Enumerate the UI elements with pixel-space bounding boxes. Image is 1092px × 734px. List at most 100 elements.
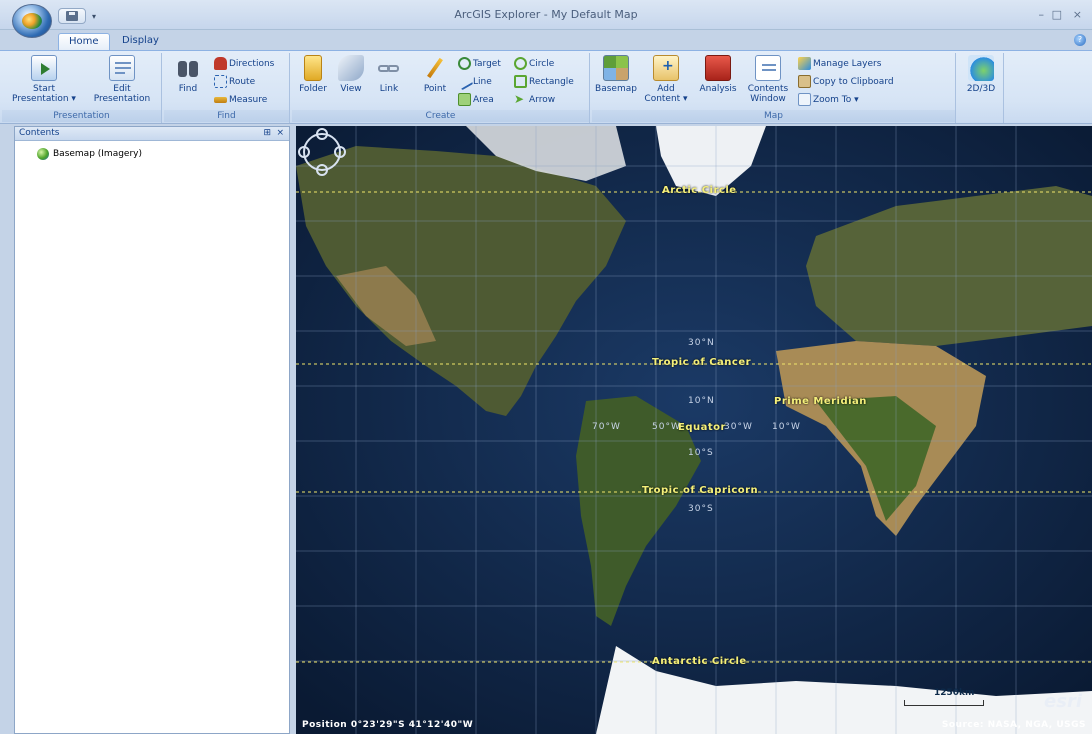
find-label: Find	[178, 84, 198, 94]
maximize-button[interactable]: □	[1052, 8, 1062, 21]
circle-button[interactable]: Circle	[514, 57, 554, 73]
edit-presentation-button[interactable]: Edit Presentation	[86, 55, 158, 104]
start-presentation-label: Start Presentation ▾	[12, 84, 76, 104]
target-label: Target	[473, 59, 501, 69]
basemap-globe-icon	[37, 147, 49, 160]
grid-label-70w: 70°W	[592, 422, 621, 432]
group-presentation-label: Presentation	[2, 110, 161, 122]
manage-layers-icon	[798, 57, 811, 70]
contents-panel-header: Contents ⊞ ×	[15, 127, 289, 141]
group-presentation: Start Presentation ▾ Edit Presentation P…	[2, 53, 162, 123]
directions-button[interactable]: Directions	[214, 57, 274, 73]
area-button[interactable]: Area	[458, 93, 494, 109]
tab-home[interactable]: Home	[58, 33, 110, 51]
basemap-icon	[603, 55, 629, 81]
folder-button[interactable]: Folder	[296, 55, 330, 94]
manage-layers-label: Manage Layers	[813, 59, 882, 69]
analysis-label: Analysis	[699, 84, 737, 94]
link-label: Link	[379, 84, 399, 94]
group-find-label: Find	[164, 110, 289, 122]
grid-label-50w: 50°W	[652, 422, 681, 432]
contents-window-icon	[755, 55, 781, 81]
car-icon	[214, 57, 227, 70]
grid-label-30w: 30°W	[724, 422, 753, 432]
add-content-button[interactable]: + Add Content ▾	[642, 55, 690, 104]
view-button[interactable]: View	[334, 55, 368, 94]
measure-button[interactable]: Measure	[214, 93, 267, 109]
minimize-button[interactable]: –	[1039, 8, 1045, 21]
area-polygon-icon	[458, 93, 471, 106]
line-icon	[455, 72, 474, 91]
presentation-play-icon	[31, 55, 57, 81]
scale-bar: 1250km	[904, 688, 984, 708]
globe-2d3d-icon	[968, 55, 994, 81]
equator-label: Equator	[678, 422, 726, 433]
arctic-circle-label: Arctic Circle	[662, 185, 737, 196]
group-map: Basemap + Add Content ▾ Analysis Content…	[592, 53, 956, 123]
measure-ruler-icon	[214, 96, 227, 103]
edit-presentation-label: Edit Presentation	[93, 84, 151, 104]
group-find: Find Directions Route Measure Find	[164, 53, 290, 123]
navigation-control[interactable]	[296, 126, 348, 178]
view-2d3d-button[interactable]: 2D/3D	[962, 55, 1000, 94]
copy-clipboard-label: Copy to Clipboard	[813, 77, 894, 87]
grid-label-10n: 10°N	[688, 396, 715, 406]
find-button[interactable]: Find	[168, 55, 208, 94]
view-camera-icon	[338, 55, 364, 81]
esri-logo: esri	[1044, 691, 1082, 712]
close-icon[interactable]: ×	[276, 127, 284, 140]
scale-bar-line	[904, 700, 984, 706]
grid-label-10w: 10°W	[772, 422, 801, 432]
line-button[interactable]: Line	[455, 72, 492, 91]
arrow-button[interactable]: ➤ Arrow	[514, 93, 555, 109]
route-label: Route	[229, 77, 256, 87]
view-label: View	[340, 84, 362, 94]
directions-label: Directions	[229, 59, 275, 69]
folder-label: Folder	[299, 84, 327, 94]
measure-label: Measure	[229, 95, 268, 105]
contents-panel-title: Contents	[19, 128, 60, 138]
start-presentation-button[interactable]: Start Presentation ▾	[8, 55, 80, 104]
application-orb-button[interactable]	[12, 4, 52, 38]
group-create: Folder View Link Point Target Line Area …	[292, 53, 590, 123]
add-content-icon: +	[653, 55, 679, 81]
analysis-button[interactable]: Analysis	[696, 55, 740, 94]
antarctic-circle-label: Antarctic Circle	[652, 656, 747, 667]
target-button[interactable]: Target	[458, 57, 501, 73]
toolbox-icon	[705, 55, 731, 81]
contents-panel: Contents ⊞ × Basemap (Imagery)	[14, 126, 290, 734]
add-content-label: Add Content ▾	[644, 84, 688, 104]
pencil-icon	[422, 55, 448, 81]
ribbon-tabs: Home Display	[0, 30, 1092, 51]
manage-layers-button[interactable]: Manage Layers	[798, 57, 881, 73]
pin-icon[interactable]: ⊞	[263, 127, 271, 140]
contents-window-label: Contents Window	[747, 84, 789, 104]
link-button[interactable]: Link	[372, 55, 406, 94]
layer-basemap-imagery[interactable]: Basemap (Imagery)	[37, 147, 142, 161]
grid-label-30s: 30°S	[688, 504, 714, 514]
title-bar: ▾ ArcGIS Explorer - My Default Map – □ ×	[0, 0, 1092, 30]
help-icon[interactable]: ?	[1074, 34, 1086, 46]
group-create-label: Create	[292, 110, 589, 122]
ribbon: Start Presentation ▾ Edit Presentation P…	[0, 50, 1092, 124]
arcgis-globe-icon	[22, 13, 42, 29]
layer-label: Basemap (Imagery)	[53, 149, 143, 159]
tropic-of-capricorn-label: Tropic of Capricorn	[642, 485, 759, 496]
rectangle-button[interactable]: Rectangle	[514, 75, 574, 91]
point-button[interactable]: Point	[418, 55, 452, 94]
view-2d3d-label: 2D/3D	[966, 84, 996, 94]
map-view[interactable]: Arctic Circle Tropic of Cancer Prime Mer…	[296, 126, 1092, 734]
point-label: Point	[423, 84, 447, 94]
zoom-to-icon	[798, 93, 811, 106]
area-label: Area	[473, 95, 494, 105]
copy-clipboard-button[interactable]: Copy to Clipboard	[798, 75, 894, 91]
route-button[interactable]: Route	[214, 75, 255, 91]
zoom-to-button[interactable]: Zoom To ▾	[798, 93, 859, 109]
arrow-label: Arrow	[529, 95, 556, 105]
target-icon	[458, 57, 471, 70]
close-button[interactable]: ×	[1073, 8, 1082, 21]
basemap-button[interactable]: Basemap	[594, 55, 638, 94]
tab-display[interactable]: Display	[112, 33, 169, 51]
rectangle-shape-icon	[514, 75, 527, 88]
contents-window-button[interactable]: Contents Window	[744, 55, 792, 104]
